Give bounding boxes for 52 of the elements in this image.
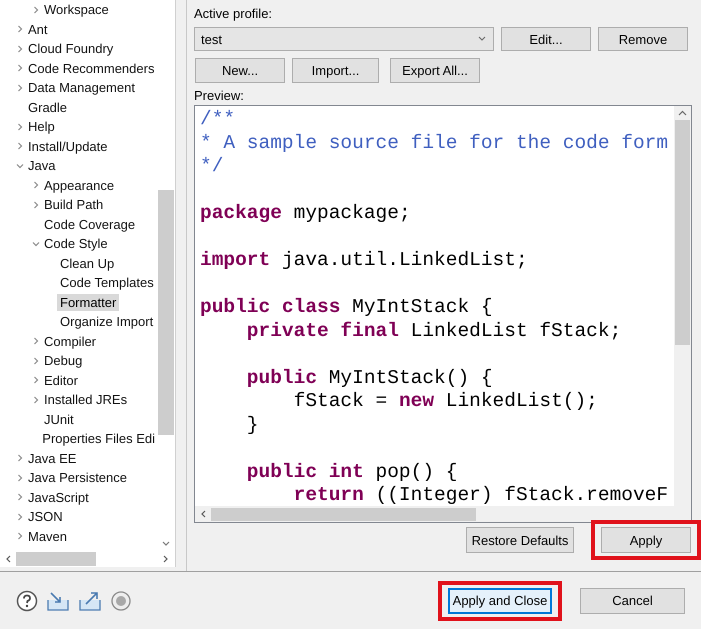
code-line: return ((Integer) fStack.removeF [292,484,670,506]
code-line: private final LinkedList fStack; [246,320,622,343]
code-line: public class MyIntStack { [200,296,494,320]
import-icon[interactable] [46,590,70,612]
chevron-right-icon[interactable] [32,337,40,346]
code-line: public int pop() { [246,460,458,484]
chevron-right-icon[interactable] [16,532,24,540]
help-icon[interactable] [16,590,38,612]
chevron-right-icon[interactable] [16,122,24,131]
button[interactable]: Remove [598,27,688,51]
code-line: import java.util.LinkedList; [200,249,529,272]
code-line: fStack = new LinkedList(); [292,390,599,414]
button[interactable]: Restore Defaults [466,527,574,553]
tree-item[interactable]: Formatter [57,294,120,311]
code-line: /** [200,108,236,132]
button[interactable]: Export All... [390,58,480,83]
button[interactable]: Apply [601,527,691,553]
chevron-right-icon[interactable] [16,44,24,53]
chevron-right-icon[interactable] [32,396,40,404]
chevron-right-icon[interactable] [16,474,24,482]
code-line: package mypackage; [200,202,412,226]
vertical-scrollbar[interactable] [674,106,691,506]
export-icon[interactable] [78,590,102,612]
code-line: * A sample source file for the code form [200,132,670,155]
chevron-down-icon[interactable] [16,162,24,170]
chevron-right-icon[interactable] [16,25,24,34]
chevron-right-icon[interactable] [16,84,24,92]
field-label: Active profile: [194,6,272,21]
chevron-right-icon[interactable] [16,493,24,502]
chevron-right-icon[interactable] [16,512,24,521]
chevron-right-icon[interactable] [16,142,24,150]
code-line: } [246,414,260,437]
chevron-right-icon[interactable] [32,6,40,14]
record-icon[interactable] [110,590,132,612]
chevron-right-icon[interactable] [32,356,40,365]
code-line: */ [200,155,224,178]
chevron-right-icon[interactable] [16,454,24,462]
chevron-right-icon[interactable] [16,64,24,72]
button[interactable]: Import... [292,58,379,83]
profile-dropdown[interactable]: test [194,27,494,51]
code-line: public MyIntStack() { [246,366,494,390]
chevron-down-icon[interactable] [32,240,40,248]
chevron-right-icon[interactable] [32,181,40,190]
button[interactable]: Cancel [580,588,685,614]
button[interactable]: Edit... [501,27,591,51]
button[interactable]: New... [195,58,285,83]
button[interactable]: Apply and Close [448,588,552,614]
chevron-right-icon[interactable] [32,376,40,384]
field-label: Preview: [194,88,244,103]
chevron-right-icon[interactable] [32,200,40,209]
horizontal-scrollbar[interactable] [195,506,691,522]
chevron-down-icon [477,35,487,43]
